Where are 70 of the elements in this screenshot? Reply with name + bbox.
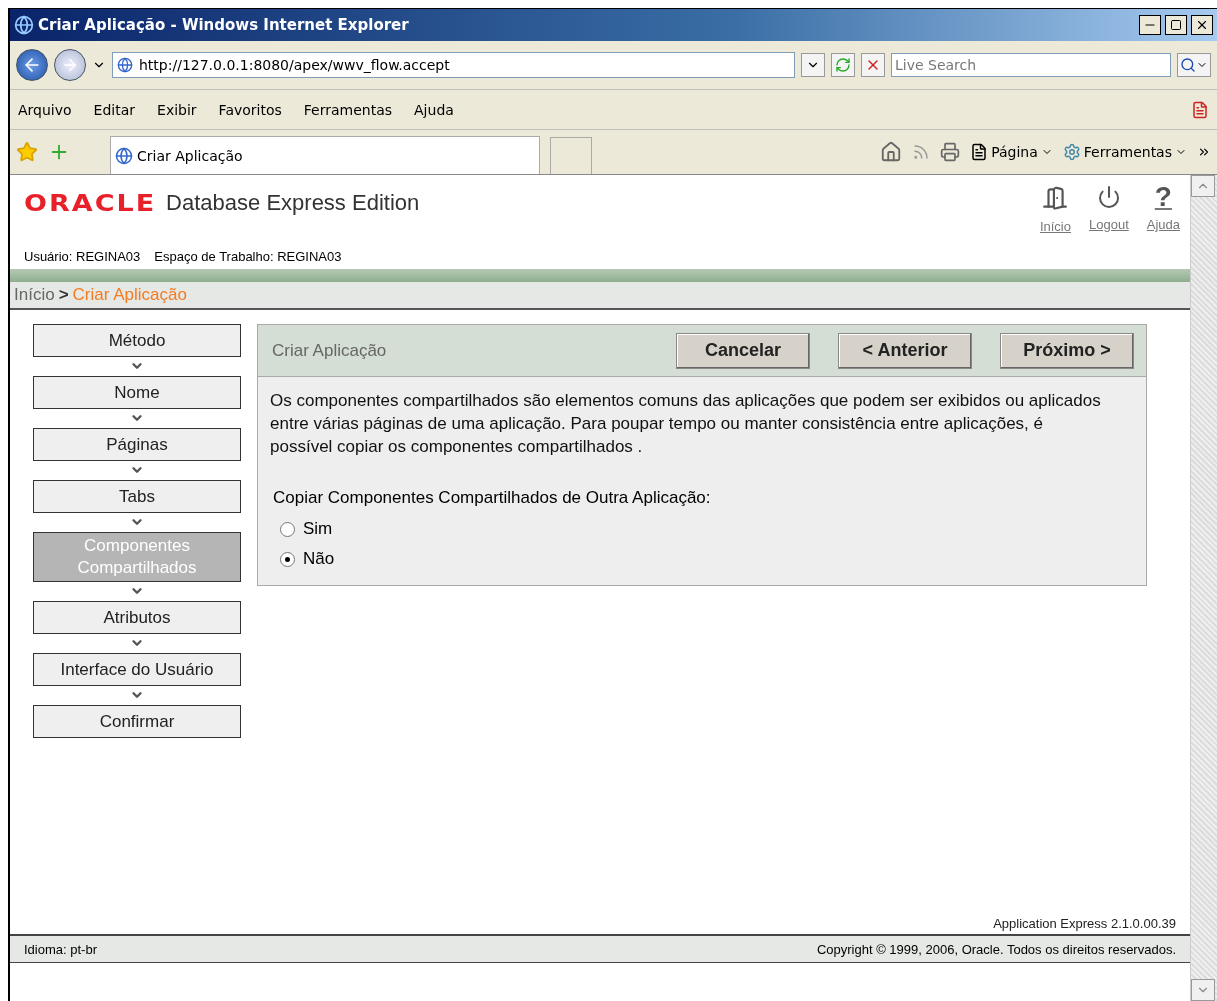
page-menu-label: Página bbox=[991, 144, 1038, 160]
maximize-button[interactable] bbox=[1165, 15, 1187, 35]
favorites-star-icon[interactable] bbox=[16, 141, 38, 163]
product-name: Database Express Edition bbox=[166, 189, 420, 216]
question-label: Copiar Componentes Compartilhados de Outra Aplicação: bbox=[273, 488, 712, 508]
search-button[interactable] bbox=[1177, 53, 1211, 77]
url-text: http://127.0.0.1:8080/apex/wwv_flow.accept bbox=[139, 57, 450, 73]
refresh-button[interactable] bbox=[831, 53, 855, 77]
door-icon bbox=[1042, 185, 1069, 211]
browser-tab[interactable]: Criar Aplicação bbox=[110, 136, 540, 174]
dropdown-button[interactable] bbox=[801, 53, 825, 77]
help-link[interactable]: ? Ajuda bbox=[1146, 185, 1180, 232]
region-title: Criar Aplicação bbox=[272, 340, 388, 361]
wizard-button[interactable]: Próximo > bbox=[1000, 332, 1134, 369]
workspace-label: Espaço de Trabalho: REGINA03 bbox=[154, 249, 342, 264]
more-icon[interactable] bbox=[1197, 145, 1211, 159]
oracle-logo: ORACLE bbox=[24, 189, 157, 216]
wizard-step: Interface do Usuário bbox=[33, 653, 241, 686]
breadcrumb-separator: > bbox=[58, 285, 69, 305]
radio-button[interactable] bbox=[280, 551, 295, 567]
menu-item[interactable]: Favoritos bbox=[218, 101, 282, 118]
copyright-text: Copyright © 1999, 2006, Oracle. Todos os direitos reservados. bbox=[816, 941, 1176, 957]
wizard-button[interactable]: Cancelar bbox=[676, 332, 810, 369]
wizard-step: Confirmar bbox=[33, 705, 241, 738]
address-field[interactable]: http://127.0.0.1:8080/apex/wwv_flow.accept bbox=[112, 52, 795, 78]
forward-button[interactable] bbox=[54, 49, 86, 81]
version-text: Application Express 2.1.0.00.39 bbox=[992, 916, 1177, 933]
search-field[interactable]: Live Search bbox=[891, 53, 1171, 77]
breadcrumb-link[interactable]: Início bbox=[14, 285, 55, 305]
radio-label: Não bbox=[303, 549, 335, 569]
breadcrumb-current: Criar Aplicação bbox=[72, 285, 187, 305]
wizard-step: Componentes Compartilhados bbox=[33, 532, 241, 582]
radio-label: Sim bbox=[303, 519, 333, 539]
menu-item[interactable]: Editar bbox=[93, 101, 136, 118]
user-label: Usuário: REGINA03 bbox=[24, 249, 141, 264]
refresh-icon bbox=[835, 57, 851, 73]
window-title: Criar Aplicação - Windows Internet Explorer bbox=[38, 16, 410, 34]
menu-item[interactable]: Ajuda bbox=[414, 101, 454, 118]
wizard-step: Nome bbox=[33, 376, 241, 409]
back-button[interactable] bbox=[16, 49, 48, 81]
logout-link[interactable]: Logout bbox=[1089, 185, 1129, 232]
document-icon[interactable] bbox=[1191, 100, 1209, 119]
tab-title: Criar Aplicação bbox=[137, 147, 243, 164]
page-menu[interactable]: Página bbox=[970, 143, 1053, 161]
wizard-step: Páginas bbox=[33, 428, 241, 461]
close-icon bbox=[1195, 18, 1209, 32]
maximize-icon bbox=[1170, 19, 1182, 31]
browser-icon bbox=[14, 15, 34, 35]
wizard-step: Atributos bbox=[33, 601, 241, 634]
search-icon bbox=[1180, 57, 1196, 73]
home-link[interactable]: Início bbox=[1039, 185, 1071, 234]
forward-arrow-icon bbox=[61, 56, 79, 74]
language-text: Idioma: pt-br bbox=[24, 941, 97, 957]
stop-button[interactable] bbox=[861, 53, 885, 77]
wizard-step: Método bbox=[33, 324, 241, 357]
close-button[interactable] bbox=[1191, 15, 1213, 35]
print-icon[interactable] bbox=[940, 142, 961, 162]
radio-button[interactable] bbox=[280, 521, 295, 537]
tools-menu-label: Ferramentas bbox=[1083, 144, 1172, 160]
menu-item[interactable]: Arquivo bbox=[18, 101, 72, 118]
minimize-button[interactable] bbox=[1139, 15, 1161, 35]
description-text: Os componentes compartilhados são elementos comuns das aplicações que podem ser exibidos ou aplicados entre várias páginas de uma aplicação. Para poupar tempo ou manter consistência entre aplicações, é possível copiar os componentes compartilhados . bbox=[270, 390, 1102, 458]
gear-icon bbox=[1062, 143, 1081, 161]
wizard-button[interactable]: < Anterior bbox=[838, 332, 972, 369]
wizard-step: Tabs bbox=[33, 480, 241, 513]
power-icon bbox=[1096, 185, 1121, 209]
tools-menu[interactable]: Ferramentas bbox=[1062, 143, 1187, 161]
home-icon[interactable] bbox=[880, 141, 903, 163]
menu-item[interactable]: Exibir bbox=[157, 101, 197, 118]
menu-item[interactable]: Ferramentas bbox=[303, 101, 393, 118]
